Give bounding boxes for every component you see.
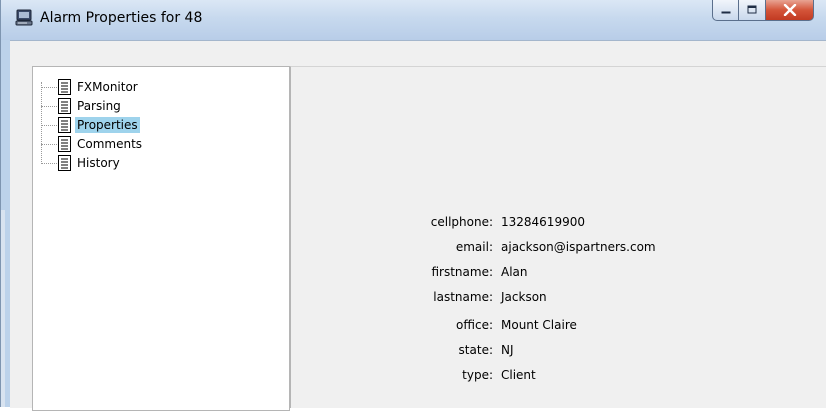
property-row-office: office: Mount Claire: [291, 315, 826, 335]
tree-branch-line: [41, 144, 57, 145]
tree-branch-line: [41, 163, 57, 164]
document-icon: [58, 136, 71, 152]
window-title: Alarm Properties for 48: [40, 10, 203, 26]
maximize-icon: [747, 5, 757, 14]
tree-item-label: History: [77, 156, 120, 170]
tree-item-label: FXMonitor: [77, 80, 138, 94]
property-key: office:: [456, 318, 493, 332]
property-value: Mount Claire: [501, 318, 577, 332]
document-icon: [58, 117, 71, 133]
property-row-lastname: lastname: Jackson: [291, 287, 826, 307]
property-value: Alan: [501, 265, 528, 279]
property-key: state:: [458, 343, 493, 357]
property-value: NJ: [501, 343, 514, 357]
minimize-button[interactable]: [712, 0, 739, 21]
property-value: Jackson: [501, 290, 547, 304]
properties-panel: cellphone: 13284619900 email: ajackson@i…: [290, 66, 826, 408]
tree-item-label: Parsing: [77, 99, 121, 113]
tree-item-label: Comments: [77, 137, 143, 151]
close-button[interactable]: [766, 0, 814, 21]
window-left-edge: [1, 210, 5, 407]
alarm-properties-window: Alarm Properties for 48 FXMonitor Parsin…: [0, 0, 826, 411]
property-value: 13284619900: [501, 215, 585, 229]
property-key: firstname:: [431, 265, 493, 279]
window-controls: [712, 0, 817, 22]
property-value: ajackson@ispartners.com: [501, 240, 656, 254]
property-key: email:: [455, 240, 493, 254]
tree-connector-line: [41, 82, 42, 162]
property-key: lastname:: [433, 290, 493, 304]
document-icon: [58, 155, 71, 171]
title-bar[interactable]: Alarm Properties for 48: [1, 0, 826, 40]
maximize-button[interactable]: [739, 0, 766, 21]
document-icon: [58, 98, 71, 114]
computer-icon: [15, 9, 33, 26]
tree-branch-line: [41, 125, 57, 126]
property-row-firstname: firstname: Alan: [291, 262, 826, 282]
tree-branch-line: [41, 87, 57, 88]
property-key: type:: [462, 368, 493, 382]
tree-branch-line: [41, 106, 57, 107]
dialog-client-area: FXMonitor Parsing Properties Comments Hi…: [10, 40, 826, 411]
property-row-state: state: NJ: [291, 340, 826, 360]
property-row-type: type: Client: [291, 365, 826, 385]
close-icon: [783, 4, 796, 16]
document-icon: [58, 79, 71, 95]
tree-item-label: Properties: [75, 117, 140, 133]
minimize-icon: [721, 11, 730, 14]
navigation-tree: FXMonitor Parsing Properties Comments Hi…: [32, 66, 290, 411]
property-key: cellphone:: [430, 215, 493, 229]
property-row-cellphone: cellphone: 13284619900: [291, 212, 826, 232]
property-row-email: email: ajackson@ispartners.com: [291, 237, 826, 257]
property-value: Client: [501, 368, 536, 382]
